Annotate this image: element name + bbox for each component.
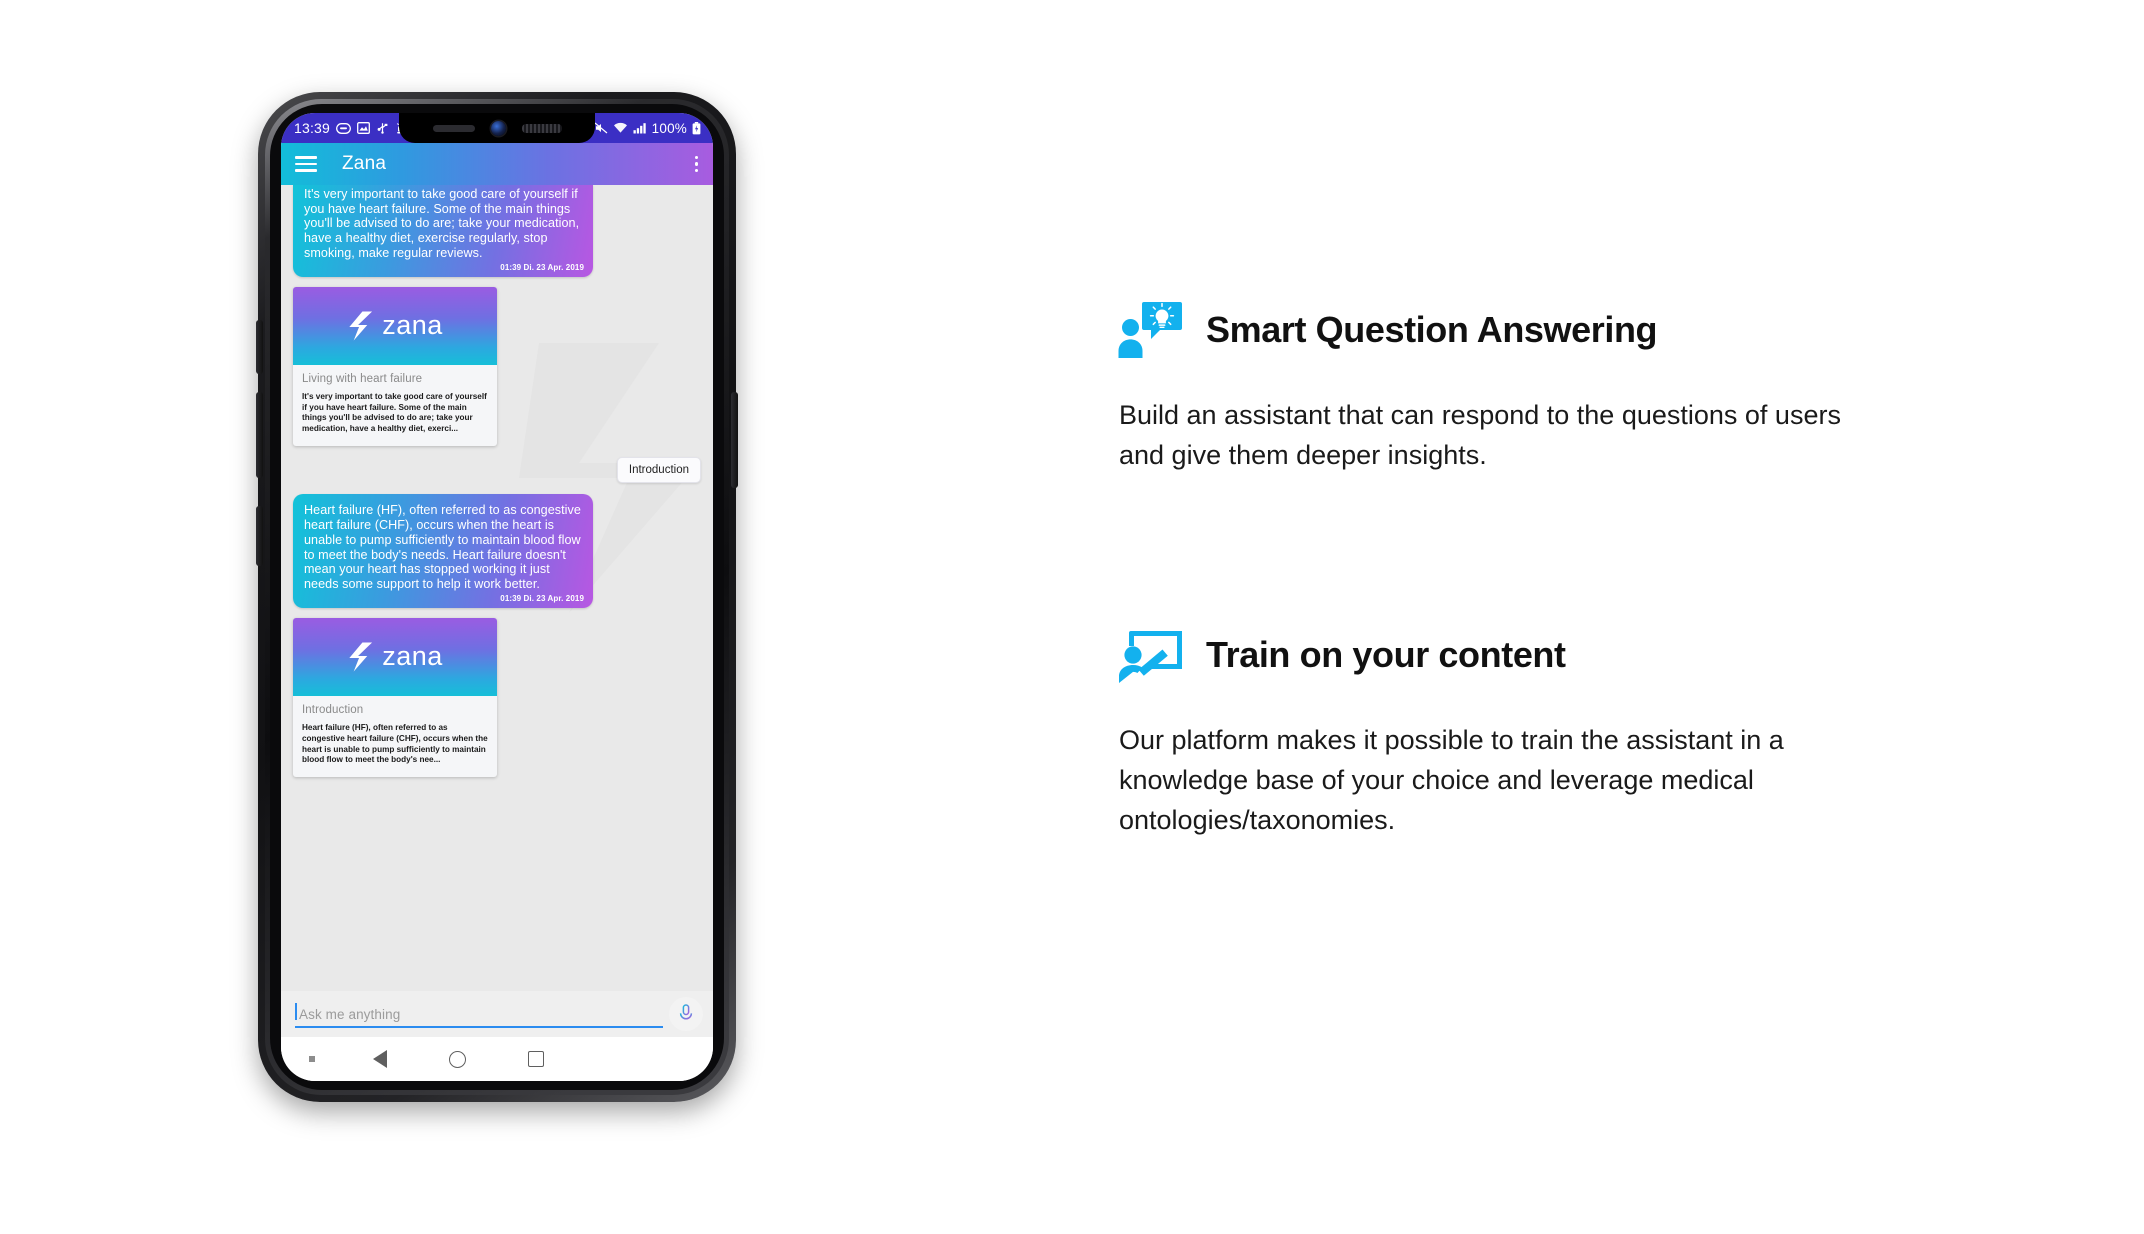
text-caret xyxy=(295,1003,297,1020)
hamburger-menu-icon[interactable] xyxy=(295,156,317,172)
card-title: Introduction xyxy=(302,703,364,716)
person-lightbulb-idea-icon xyxy=(1118,302,1182,358)
person-whiteboard-training-icon xyxy=(1119,631,1182,684)
zana-logo-icon xyxy=(349,311,373,341)
message-timestamp: 01:39 Di. 23 Apr. 2019 xyxy=(500,594,584,604)
chat-scroll-area[interactable]: It's very important to take good care of… xyxy=(281,185,713,991)
status-bar-right: 100% xyxy=(594,121,713,136)
back-triangle-icon[interactable] xyxy=(373,1050,387,1068)
status-bar-clock: 13:39 xyxy=(294,120,331,136)
recents-square-icon[interactable] xyxy=(528,1051,544,1067)
phone-notch xyxy=(399,113,595,143)
home-circle-icon[interactable] xyxy=(449,1050,466,1068)
user-message-row: Introduction xyxy=(293,457,701,484)
phone-power-button[interactable] xyxy=(731,392,738,488)
earpiece-speaker xyxy=(432,124,475,132)
card-title: Living with heart failure xyxy=(302,372,423,385)
battery-icon xyxy=(692,121,701,134)
phone-screen: 13:39 100% Zana It's very important to t… xyxy=(281,113,713,1081)
feature-description: Our platform makes it possible to train … xyxy=(1119,725,1784,835)
knowledge-card[interactable]: zana Living with heart failure It's very… xyxy=(293,286,497,447)
card-hero-banner: zana xyxy=(293,286,497,365)
bot-message-text: Heart failure (HF), often referred to as… xyxy=(304,503,581,591)
microphone-button[interactable] xyxy=(669,997,703,1031)
message-timestamp: 01:39 Di. 23 Apr. 2019 xyxy=(500,263,584,273)
feature-list: Smart Question Answering Build an assist… xyxy=(1118,300,1938,840)
wifi-icon xyxy=(613,122,627,133)
feature-smart-question-answering: Smart Question Answering Build an assist… xyxy=(1118,300,1938,475)
status-bar-left: 13:39 xyxy=(281,120,408,136)
app-toolbar: Zana xyxy=(281,143,713,185)
feature-title: Smart Question Answering xyxy=(1206,309,1658,350)
bot-message-bubble: It's very important to take good care of… xyxy=(293,185,593,277)
bot-message-bubble: Heart failure (HF), often referred to as… xyxy=(293,494,593,608)
sms-icon xyxy=(336,122,351,134)
bot-message-text: It's very important to take good care of… xyxy=(304,187,580,260)
android-navigation-bar xyxy=(281,1037,713,1081)
app-title: Zana xyxy=(342,153,387,174)
kebab-menu-icon[interactable] xyxy=(694,155,698,173)
input-underline xyxy=(295,1026,663,1028)
card-body: Living with heart failure It's very impo… xyxy=(293,365,497,447)
microphone-icon xyxy=(679,1004,693,1023)
phone-button-left-3[interactable] xyxy=(256,506,263,566)
user-message-chip[interactable]: Introduction xyxy=(616,457,701,484)
feature-heading-row: Smart Question Answering xyxy=(1118,300,1938,360)
message-input-bar: Ask me anything xyxy=(281,991,713,1037)
mute-icon xyxy=(594,122,608,134)
card-snippet: Heart failure (HF), often referred to as… xyxy=(302,722,488,765)
message-input-placeholder: Ask me anything xyxy=(299,1006,401,1022)
page-root: 13:39 100% Zana It's very important to t… xyxy=(0,0,2144,1234)
proximity-sensor xyxy=(521,123,562,133)
phone-volume-button[interactable] xyxy=(256,392,263,478)
message-input-field[interactable]: Ask me anything xyxy=(295,998,663,1030)
card-body: Introduction Heart failure (HF), often r… xyxy=(293,696,497,778)
status-bar: 13:39 100% xyxy=(281,113,713,143)
phone-button-left-1[interactable] xyxy=(256,320,263,374)
phone-mockup: 13:39 100% Zana It's very important to t… xyxy=(256,92,738,1102)
feature-description: Build an assistant that can respond to t… xyxy=(1119,400,1841,470)
photo-icon xyxy=(357,122,370,134)
feature-heading-row: Train on your content xyxy=(1118,625,1938,685)
chat-messages: It's very important to take good care of… xyxy=(293,185,701,778)
zana-logo-icon xyxy=(349,642,373,672)
feature-title: Train on your content xyxy=(1206,634,1566,676)
card-brand-name: zana xyxy=(382,310,443,341)
front-camera xyxy=(490,120,506,136)
card-hero-banner: zana xyxy=(293,617,497,696)
signal-icon xyxy=(633,123,646,134)
card-brand-name: zana xyxy=(382,641,443,672)
feature-train-on-your-content: Train on your content Our platform makes… xyxy=(1118,625,1938,840)
usb-icon xyxy=(377,123,388,134)
knowledge-card[interactable]: zana Introduction Heart failure (HF), of… xyxy=(293,617,497,778)
battery-percentage: 100% xyxy=(651,120,687,136)
card-snippet: It's very important to take good care of… xyxy=(302,391,487,434)
dot-indicator-icon[interactable] xyxy=(309,1056,315,1062)
